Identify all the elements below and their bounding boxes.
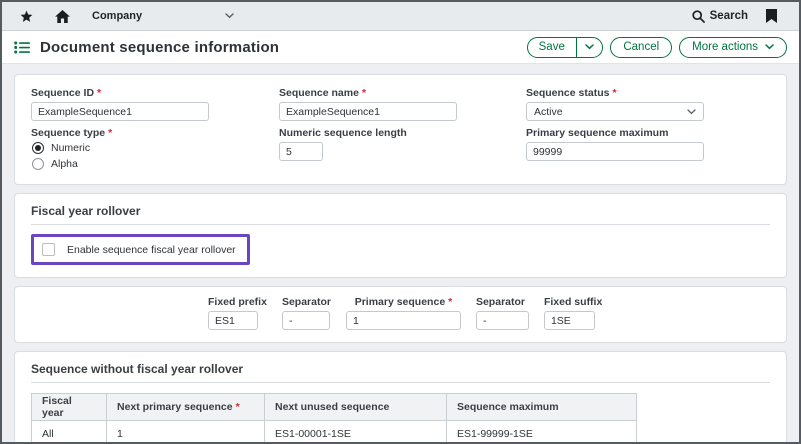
fixed-prefix-input[interactable] — [208, 311, 258, 330]
sequence-type-label: Sequence type* — [31, 127, 279, 139]
sequence-without-rollover-card: Sequence without fiscal year rollover Fi… — [14, 351, 787, 444]
search-icon — [692, 10, 705, 23]
bookmark-icon[interactable] — [766, 9, 777, 23]
cell-next-primary-sequence[interactable]: 1 — [107, 421, 265, 444]
sequence-name-field: Sequence name* — [279, 87, 526, 121]
list-icon — [14, 41, 30, 54]
fixed-suffix-field: Fixed suffix — [544, 296, 602, 330]
page-title: Document sequence information — [40, 39, 279, 56]
separator-input-2[interactable] — [476, 311, 529, 330]
primary-sequence-input[interactable] — [346, 311, 461, 330]
sequence-status-value: Active — [534, 106, 563, 118]
column-header-next-unused-sequence: Next unused sequence — [265, 394, 447, 421]
app-window: Company Search — [0, 0, 801, 444]
column-header-next-primary-sequence: Next primary sequence* — [107, 394, 265, 421]
search-button[interactable]: Search — [692, 10, 748, 23]
separator-label: Separator — [282, 296, 331, 308]
fixed-prefix-label: Fixed prefix — [208, 296, 267, 308]
primary-sequence-maximum-label: Primary sequence maximum — [526, 127, 770, 139]
sequence-status-select[interactable]: Active — [526, 102, 704, 121]
radio-numeric-label: Numeric — [51, 142, 90, 154]
required-marker: * — [236, 401, 240, 413]
separator-label: Separator — [476, 296, 529, 308]
radio-icon — [32, 158, 44, 170]
column-header-fiscal-year: Fiscal year — [32, 394, 107, 421]
save-button[interactable]: Save — [527, 37, 604, 58]
home-icon[interactable] — [55, 10, 70, 23]
chevron-down-icon — [765, 44, 774, 50]
cancel-button[interactable]: Cancel — [610, 37, 672, 58]
sequence-name-label: Sequence name* — [279, 87, 526, 99]
sequence-format-card: Fixed prefix Separator Primary sequence*… — [14, 286, 787, 343]
highlight-annotation-box: Enable sequence fiscal year rollover — [31, 234, 250, 265]
more-actions-label: More actions — [692, 41, 758, 53]
required-marker: * — [362, 87, 366, 99]
sequence-table: Fiscal year Next primary sequence* Next … — [31, 393, 637, 444]
radio-option-numeric[interactable]: Numeric — [32, 142, 279, 154]
fixed-suffix-input[interactable] — [544, 311, 595, 330]
sequence-id-field: Sequence ID* — [31, 87, 279, 121]
numeric-sequence-length-field: Numeric sequence length — [279, 127, 526, 174]
primary-sequence-label: Primary sequence* — [346, 296, 461, 308]
more-actions-button[interactable]: More actions — [679, 37, 787, 58]
sequence-status-label: Sequence status* — [526, 87, 770, 99]
save-dropdown-button[interactable] — [577, 44, 602, 50]
chevron-down-icon — [225, 13, 234, 19]
search-label: Search — [710, 10, 748, 22]
column-header-sequence-maximum: Sequence maximum — [447, 394, 637, 421]
enable-fiscal-rollover-label: Enable sequence fiscal year rollover — [67, 244, 236, 256]
company-menu-label: Company — [92, 10, 142, 22]
chevron-down-icon — [585, 44, 594, 50]
separator-field-2: Separator — [476, 296, 529, 330]
radio-icon — [32, 142, 44, 154]
company-menu[interactable]: Company — [92, 10, 234, 22]
chevron-down-icon — [687, 109, 696, 115]
cell-sequence-maximum: ES1-99999-1SE — [447, 421, 637, 444]
sequence-name-input[interactable] — [279, 102, 457, 121]
fixed-prefix-field: Fixed prefix — [208, 296, 267, 330]
cell-next-unused-sequence: ES1-00001-1SE — [265, 421, 447, 444]
separator-input-1[interactable] — [282, 311, 330, 330]
fixed-suffix-label: Fixed suffix — [544, 296, 602, 308]
main-content: Sequence ID* Sequence name* Sequence sta… — [2, 64, 799, 444]
radio-alpha-label: Alpha — [51, 158, 78, 170]
topbar-right: Search — [692, 9, 785, 23]
top-navigation-bar: Company Search — [2, 2, 799, 31]
primary-sequence-maximum-input[interactable] — [526, 142, 704, 161]
required-marker: * — [448, 296, 452, 308]
table-row[interactable]: All 1 ES1-00001-1SE ES1-99999-1SE — [32, 421, 637, 444]
numeric-sequence-length-input[interactable] — [279, 142, 323, 161]
numeric-sequence-length-label: Numeric sequence length — [279, 127, 526, 139]
star-icon[interactable] — [20, 10, 33, 23]
table-section-title: Sequence without fiscal year rollover — [31, 362, 770, 383]
save-button-label: Save — [528, 41, 576, 53]
radio-option-alpha[interactable]: Alpha — [32, 158, 279, 170]
page-header: Document sequence information Save Cance… — [2, 31, 799, 64]
primary-sequence-field: Primary sequence* — [346, 296, 461, 330]
required-marker: * — [108, 127, 112, 139]
required-marker: * — [612, 87, 616, 99]
sequence-id-input[interactable] — [31, 102, 209, 121]
primary-sequence-maximum-field: Primary sequence maximum — [526, 127, 770, 174]
separator-field-1: Separator — [282, 296, 331, 330]
sequence-id-label: Sequence ID* — [31, 87, 279, 99]
fiscal-year-rollover-card: Fiscal year rollover Enable sequence fis… — [14, 193, 787, 278]
enable-fiscal-rollover-checkbox[interactable] — [42, 243, 55, 256]
table-header-row: Fiscal year Next primary sequence* Next … — [32, 394, 637, 421]
sequence-details-card: Sequence ID* Sequence name* Sequence sta… — [14, 74, 787, 185]
sequence-status-field: Sequence status* Active — [526, 87, 770, 121]
sequence-type-field: Sequence type* Numeric Alpha — [31, 127, 279, 174]
header-actions: Save Cancel More actions — [527, 37, 787, 58]
cell-fiscal-year: All — [32, 421, 107, 444]
fiscal-section-title: Fiscal year rollover — [31, 204, 770, 225]
cancel-button-label: Cancel — [623, 41, 659, 53]
required-marker: * — [97, 87, 101, 99]
